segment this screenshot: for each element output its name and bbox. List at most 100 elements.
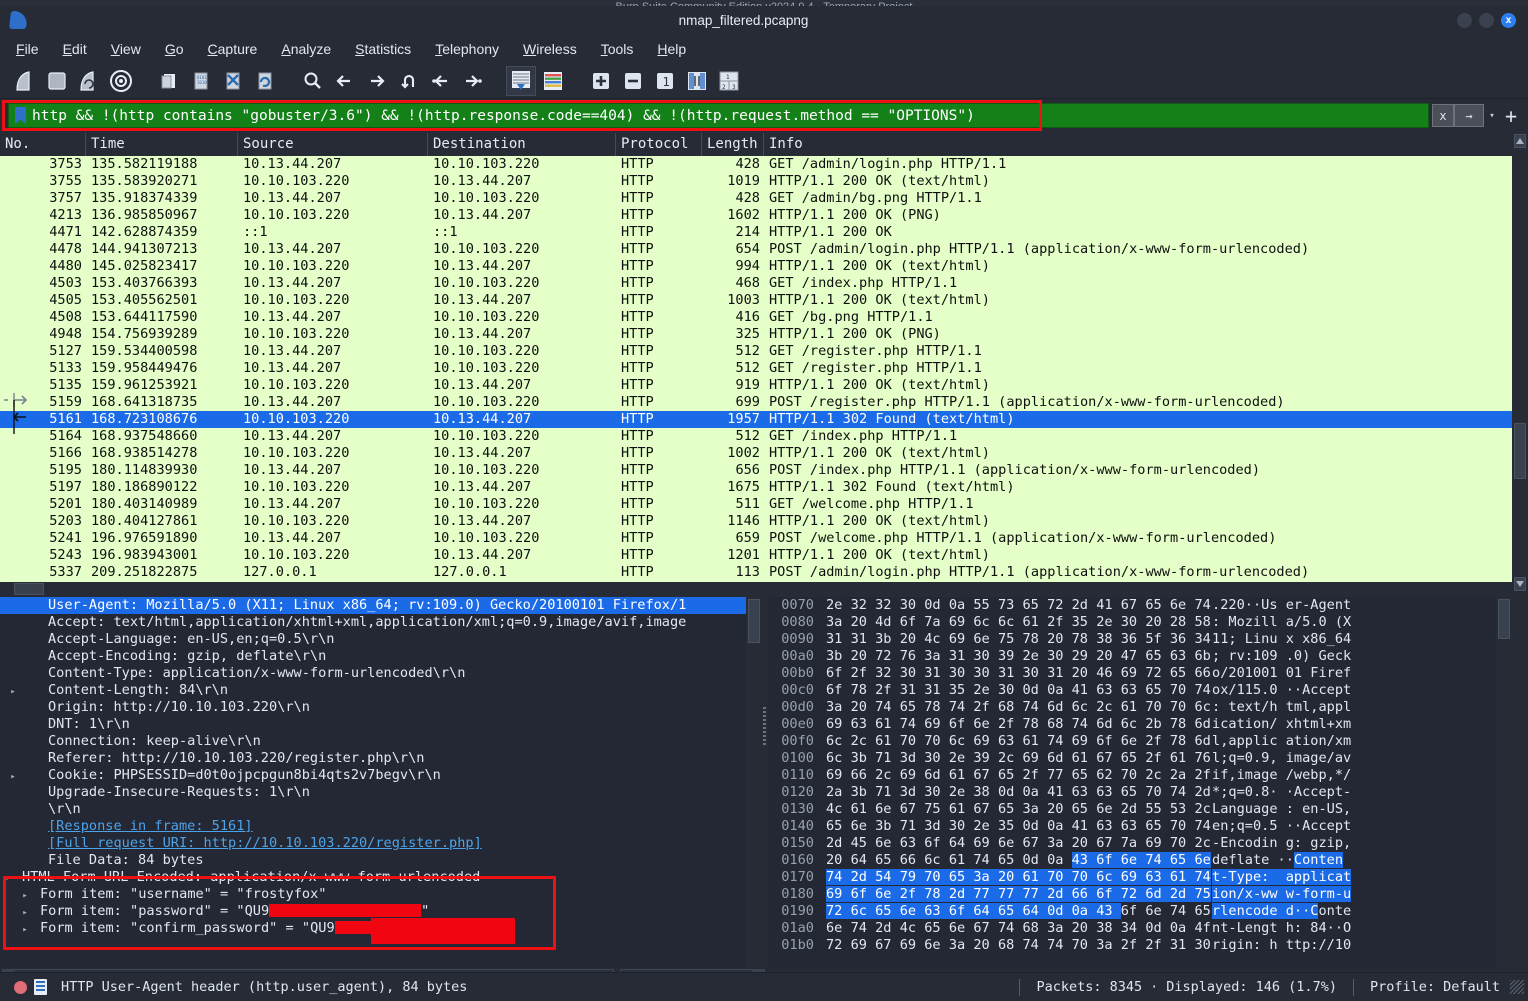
- expert-info-icon[interactable]: [14, 981, 27, 994]
- table-row[interactable]: 5164168.93754866010.13.44.20710.10.103.2…: [0, 428, 1528, 445]
- find-packet-icon[interactable]: [298, 66, 328, 96]
- menu-capture[interactable]: Capture: [208, 41, 258, 57]
- menu-analyze[interactable]: Analyze: [281, 41, 331, 57]
- column-header-protocol[interactable]: Protocol: [616, 133, 702, 156]
- table-row[interactable]: 4505153.40556250110.10.103.22010.13.44.2…: [0, 292, 1528, 309]
- menu-tools[interactable]: Tools: [601, 41, 634, 57]
- hex-row[interactable]: 009031 31 3b 20 4c 69 6e 75 78 20 78 38 …: [768, 631, 1512, 648]
- hex-row[interactable]: 01202a 3b 71 3d 30 2e 38 0d 0a 41 63 63 …: [768, 784, 1512, 801]
- details-scroll-thumb[interactable]: [748, 599, 760, 643]
- hex-row[interactable]: 019072 6c 65 6e 63 6f 64 65 64 0d 0a 43 …: [768, 903, 1512, 920]
- colorize-packets-icon[interactable]: [538, 66, 568, 96]
- hex-row[interactable]: 016020 64 65 66 6c 61 74 65 0d 0a 43 6f …: [768, 852, 1512, 869]
- table-row[interactable]: 5133159.95844947610.13.44.20710.10.103.2…: [0, 360, 1528, 377]
- table-row[interactable]: 4503153.40376639310.13.44.20710.10.103.2…: [0, 275, 1528, 292]
- chevron-right-icon[interactable]: ▸: [6, 684, 20, 699]
- reload-file-icon[interactable]: [250, 66, 280, 96]
- hex-row[interactable]: 00f06c 2c 61 70 70 6c 69 63 61 74 69 6f …: [768, 733, 1512, 750]
- hex-row[interactable]: 00b06f 2f 32 30 31 30 30 31 30 31 20 46 …: [768, 665, 1512, 682]
- menu-statistics[interactable]: Statistics: [355, 41, 411, 57]
- hex-row[interactable]: 011069 66 2c 69 6d 61 67 65 2f 77 65 62 …: [768, 767, 1512, 784]
- layout-icon[interactable]: 123: [714, 66, 744, 96]
- filter-buttons[interactable]: x → ▾ +: [1432, 104, 1522, 127]
- detail-row[interactable]: Content-Type: application/x-www-form-url…: [0, 665, 762, 682]
- chevron-down-icon[interactable]: ▾: [0, 871, 14, 886]
- menu-view[interactable]: View: [111, 41, 141, 57]
- stop-capture-icon[interactable]: [42, 66, 72, 96]
- hex-row[interactable]: 00803a 20 4d 6f 7a 69 6c 6c 61 2f 35 2e …: [768, 614, 1512, 631]
- table-row[interactable]: 5166168.93851427810.10.103.22010.13.44.2…: [0, 445, 1528, 462]
- menu-bar[interactable]: File Edit View Go Capture Analyze Statis…: [0, 36, 1528, 62]
- detail-row[interactable]: Referer: http://10.10.103.220/register.p…: [0, 750, 762, 767]
- detail-row[interactable]: Origin: http://10.10.103.220\r\n: [0, 699, 762, 716]
- zoom-out-icon[interactable]: [618, 66, 648, 96]
- scroll-up-arrow-icon[interactable]: [1514, 134, 1526, 148]
- column-header-source[interactable]: Source: [238, 133, 428, 156]
- detail-row[interactable]: [Response in frame: 5161]: [0, 818, 762, 835]
- column-header-time[interactable]: Time: [86, 133, 238, 156]
- column-header-destination[interactable]: Destination: [428, 133, 616, 156]
- table-row[interactable]: 5195180.11483993010.13.44.20710.10.103.2…: [0, 462, 1528, 479]
- main-toolbar[interactable]: 01011010: [0, 63, 1528, 99]
- bookmark-icon[interactable]: [15, 107, 26, 124]
- packet-list-vscrollbar[interactable]: [1512, 133, 1528, 592]
- detail-row[interactable]: Accept-Encoding: gzip, deflate\r\n: [0, 648, 762, 665]
- table-row[interactable]: 4508153.64411759010.13.44.20710.10.103.2…: [0, 309, 1528, 326]
- table-row[interactable]: 5197180.18689012210.10.103.22010.13.44.2…: [0, 479, 1528, 496]
- go-to-first-packet-icon[interactable]: [426, 66, 456, 96]
- detail-row[interactable]: Upgrade-Insecure-Requests: 1\r\n: [0, 784, 762, 801]
- detail-row[interactable]: User-Agent: Mozilla/5.0 (X11; Linux x86_…: [0, 597, 762, 614]
- close-button[interactable]: x: [1501, 13, 1516, 28]
- scroll-down-arrow-icon[interactable]: [1514, 577, 1526, 591]
- table-row[interactable]: 5161168.72310867610.10.103.22010.13.44.2…: [0, 411, 1528, 428]
- hex-row[interactable]: 017074 2d 54 79 70 65 3a 20 61 70 70 6c …: [768, 869, 1512, 886]
- table-row[interactable]: 5243196.98394300110.10.103.22010.13.44.2…: [0, 547, 1528, 564]
- clear-filter-button[interactable]: x: [1432, 104, 1454, 127]
- packet-list-hscrollbar[interactable]: [0, 582, 1512, 596]
- packet-list-scroll-thumb[interactable]: [1514, 423, 1526, 479]
- form-item-row[interactable]: ▸Form item: "username" = "frostyfox": [0, 886, 762, 903]
- go-forward-icon[interactable]: [362, 66, 392, 96]
- packet-bytes-pane[interactable]: 00702e 32 32 30 0d 0a 55 73 65 72 2d 41 …: [768, 597, 1512, 968]
- hex-row[interactable]: 01502d 45 6e 63 6f 64 69 6e 67 3a 20 67 …: [768, 835, 1512, 852]
- add-filter-button[interactable]: +: [1500, 106, 1522, 126]
- detail-row[interactable]: \r\n: [0, 801, 762, 818]
- hex-row[interactable]: 01b072 69 67 69 6e 3a 20 68 74 74 70 3a …: [768, 937, 1512, 954]
- packet-details-vscrollbar[interactable]: [746, 597, 762, 968]
- table-row[interactable]: 4948154.75693928910.10.103.22010.13.44.2…: [0, 326, 1528, 343]
- open-file-icon[interactable]: [154, 66, 184, 96]
- window-controls[interactable]: x: [1457, 13, 1516, 28]
- go-back-icon[interactable]: [330, 66, 360, 96]
- menu-go[interactable]: Go: [165, 41, 184, 57]
- apply-filter-button[interactable]: →: [1454, 104, 1484, 127]
- table-row[interactable]: 3755135.58392027110.10.103.22010.13.44.2…: [0, 173, 1528, 190]
- table-row[interactable]: 5159168.64131873510.13.44.20710.10.103.2…: [0, 394, 1528, 411]
- close-file-icon[interactable]: [218, 66, 248, 96]
- packet-list[interactable]: No. Time Source Destination Protocol Len…: [0, 133, 1528, 592]
- hex-row[interactable]: 01304c 61 6e 67 75 61 67 65 3a 20 65 6e …: [768, 801, 1512, 818]
- zoom-reset-icon[interactable]: 1: [650, 66, 680, 96]
- chevron-down-icon[interactable]: ▾: [1484, 111, 1500, 121]
- menu-file[interactable]: File: [16, 41, 39, 57]
- bytes-scroll-thumb[interactable]: [1498, 599, 1510, 639]
- menu-edit[interactable]: Edit: [63, 41, 87, 57]
- chevron-right-icon[interactable]: ▸: [18, 905, 32, 920]
- table-row[interactable]: 5241196.97659189010.13.44.20710.10.103.2…: [0, 530, 1528, 547]
- table-row[interactable]: 5135159.96125392110.10.103.22010.13.44.2…: [0, 377, 1528, 394]
- hex-row[interactable]: 014065 6e 3b 71 3d 30 2e 35 0d 0a 41 63 …: [768, 818, 1512, 835]
- detail-row[interactable]: ▸Content-Length: 84\r\n: [0, 682, 762, 699]
- hex-row[interactable]: 00c06f 78 2f 31 31 35 2e 30 0d 0a 41 63 …: [768, 682, 1512, 699]
- packet-list-hscroll-thumb[interactable]: [14, 583, 44, 595]
- hex-row[interactable]: 00702e 32 32 30 0d 0a 55 73 65 72 2d 41 …: [768, 597, 1512, 614]
- table-row[interactable]: 4478144.94130721310.13.44.20710.10.103.2…: [0, 241, 1528, 258]
- resize-grip-icon[interactable]: [1510, 980, 1524, 994]
- display-filter-input[interactable]: http && !(http contains "gobuster/3.6") …: [8, 103, 1429, 128]
- save-file-icon[interactable]: 01011010: [186, 66, 216, 96]
- table-row[interactable]: 3757135.91837433910.13.44.20710.10.103.2…: [0, 190, 1528, 207]
- menu-telephony[interactable]: Telephony: [435, 41, 499, 57]
- hex-row[interactable]: 018069 6f 6e 2f 78 2d 77 77 77 2d 66 6f …: [768, 886, 1512, 903]
- table-row[interactable]: 4213136.98585096710.10.103.22010.13.44.2…: [0, 207, 1528, 224]
- detail-row[interactable]: Accept-Language: en-US,en;q=0.5\r\n: [0, 631, 762, 648]
- hex-row[interactable]: 00a03b 20 72 76 3a 31 30 39 2e 30 29 20 …: [768, 648, 1512, 665]
- display-filter-bar[interactable]: http && !(http contains "gobuster/3.6") …: [0, 99, 1528, 132]
